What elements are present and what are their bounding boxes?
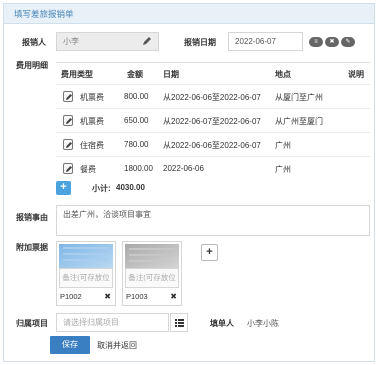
receipt-thumbnail[interactable] xyxy=(59,244,113,268)
col-place: 地点 xyxy=(275,70,291,79)
list-icon[interactable] xyxy=(170,313,188,332)
cell-type: 机票费 xyxy=(80,93,104,102)
project-input[interactable]: 请选择归属项目 xyxy=(56,313,169,332)
panel-title: 填写差旅报销单 xyxy=(4,4,374,24)
filler-label: 填单人 xyxy=(210,319,234,328)
edit-icon[interactable]: ✎ xyxy=(341,37,355,47)
table-header: 费用类型 金额 日期 地点 说明 xyxy=(56,63,370,84)
date-tools: ≡ ✖ ✎ xyxy=(309,37,355,47)
project-label: 归属项目 xyxy=(16,319,48,328)
pencil-icon[interactable] xyxy=(142,36,152,46)
attachment-code-text: P1003 xyxy=(126,292,148,301)
project-placeholder: 请选择归属项目 xyxy=(63,318,119,327)
cell-place: 广州 xyxy=(275,141,291,150)
date-value: 2022-06-07 xyxy=(235,37,276,46)
cell-type: 住宿费 xyxy=(80,141,104,150)
attachment-note-input[interactable]: 备注(可存放位 xyxy=(125,268,179,288)
date-field[interactable]: 2022-06-07 xyxy=(228,32,303,51)
edit-icon[interactable] xyxy=(63,139,73,150)
col-date: 日期 xyxy=(163,70,179,79)
attachment-code-text: P1002 xyxy=(60,292,82,301)
table-row: 机票费 800.00 从2022-06-06至2022-06-07 从厦门至广州 xyxy=(56,84,370,108)
edit-icon[interactable] xyxy=(63,91,73,102)
filler-value: 小李小陈 xyxy=(247,319,279,328)
remove-icon[interactable]: ✖ xyxy=(170,290,177,304)
cancel-button[interactable]: 取消并返回 xyxy=(97,340,137,351)
cell-amount: 650.00 xyxy=(124,116,149,125)
attachment-code: P1002 ✖ xyxy=(59,290,113,304)
reason-label: 报销事由 xyxy=(16,213,48,222)
subtotal-label: 小计: xyxy=(92,184,111,193)
attachment-card: 备注(可存放位 P1003 ✖ xyxy=(122,241,182,306)
cell-amount: 780.00 xyxy=(124,140,149,149)
expense-table: 费用类型 金额 日期 地点 说明 机票费 800.00 从2022-06-06至… xyxy=(56,62,370,180)
attachment-code: P1003 ✖ xyxy=(125,290,179,304)
edit-icon[interactable] xyxy=(63,115,73,126)
edit-icon[interactable] xyxy=(63,163,73,174)
attach-label: 附加票据 xyxy=(16,243,48,252)
cell-date: 从2022-06-06至2022-06-07 xyxy=(163,141,261,150)
applicant-value: 小李 xyxy=(63,37,79,46)
cell-type: 机票费 xyxy=(80,117,104,126)
cell-place: 广州 xyxy=(275,165,291,174)
date-label: 报销日期 xyxy=(184,38,216,47)
attachment-note-input[interactable]: 备注(可存放位 xyxy=(59,268,113,288)
receipt-thumbnail[interactable] xyxy=(125,244,179,268)
cell-date: 从2022-06-06至2022-06-07 xyxy=(163,93,261,102)
reason-value: 出差广州，洽谈项目事宜 xyxy=(63,210,151,219)
table-row: 住宿费 780.00 从2022-06-06至2022-06-07 广州 xyxy=(56,132,370,156)
table-row: 机票费 650.00 从2022-06-07至2022-06-07 从广州至厦门 xyxy=(56,108,370,132)
add-row-button[interactable]: + xyxy=(56,181,71,195)
save-button[interactable]: 保存 xyxy=(50,336,90,354)
cell-place: 从厦门至广州 xyxy=(275,93,323,102)
col-note: 说明 xyxy=(348,70,364,79)
applicant-field[interactable]: 小李 xyxy=(56,32,159,51)
add-attachment-button[interactable]: + xyxy=(201,244,218,261)
cell-place: 从广州至厦门 xyxy=(275,117,323,126)
applicant-label: 报销人 xyxy=(22,38,46,47)
remove-icon[interactable]: ✖ xyxy=(104,290,111,304)
clear-icon[interactable]: ✖ xyxy=(325,37,339,47)
cell-amount: 1800.00 xyxy=(124,164,153,173)
cell-amount: 800.00 xyxy=(124,92,149,101)
table-row: 餐费 1800.00 2022-06-06 广州 xyxy=(56,156,370,180)
reimbursement-panel: 填写差旅报销单 报销人 小李 报销日期 2022-06-07 ≡ ✖ ✎ 费用明… xyxy=(3,3,375,362)
col-amount: 金额 xyxy=(127,70,143,79)
subtotal-value: 4030.00 xyxy=(116,183,145,192)
attachment-card: 备注(可存放位 P1002 ✖ xyxy=(56,241,116,306)
col-type: 费用类型 xyxy=(61,70,93,79)
calendar-icon[interactable]: ≡ xyxy=(309,37,323,47)
reason-textarea[interactable]: 出差广州，洽谈项目事宜 xyxy=(56,205,370,236)
detail-label: 费用明细 xyxy=(16,61,48,70)
cell-date: 2022-06-06 xyxy=(163,164,204,173)
cell-type: 餐费 xyxy=(80,165,96,174)
cell-date: 从2022-06-07至2022-06-07 xyxy=(163,117,261,126)
